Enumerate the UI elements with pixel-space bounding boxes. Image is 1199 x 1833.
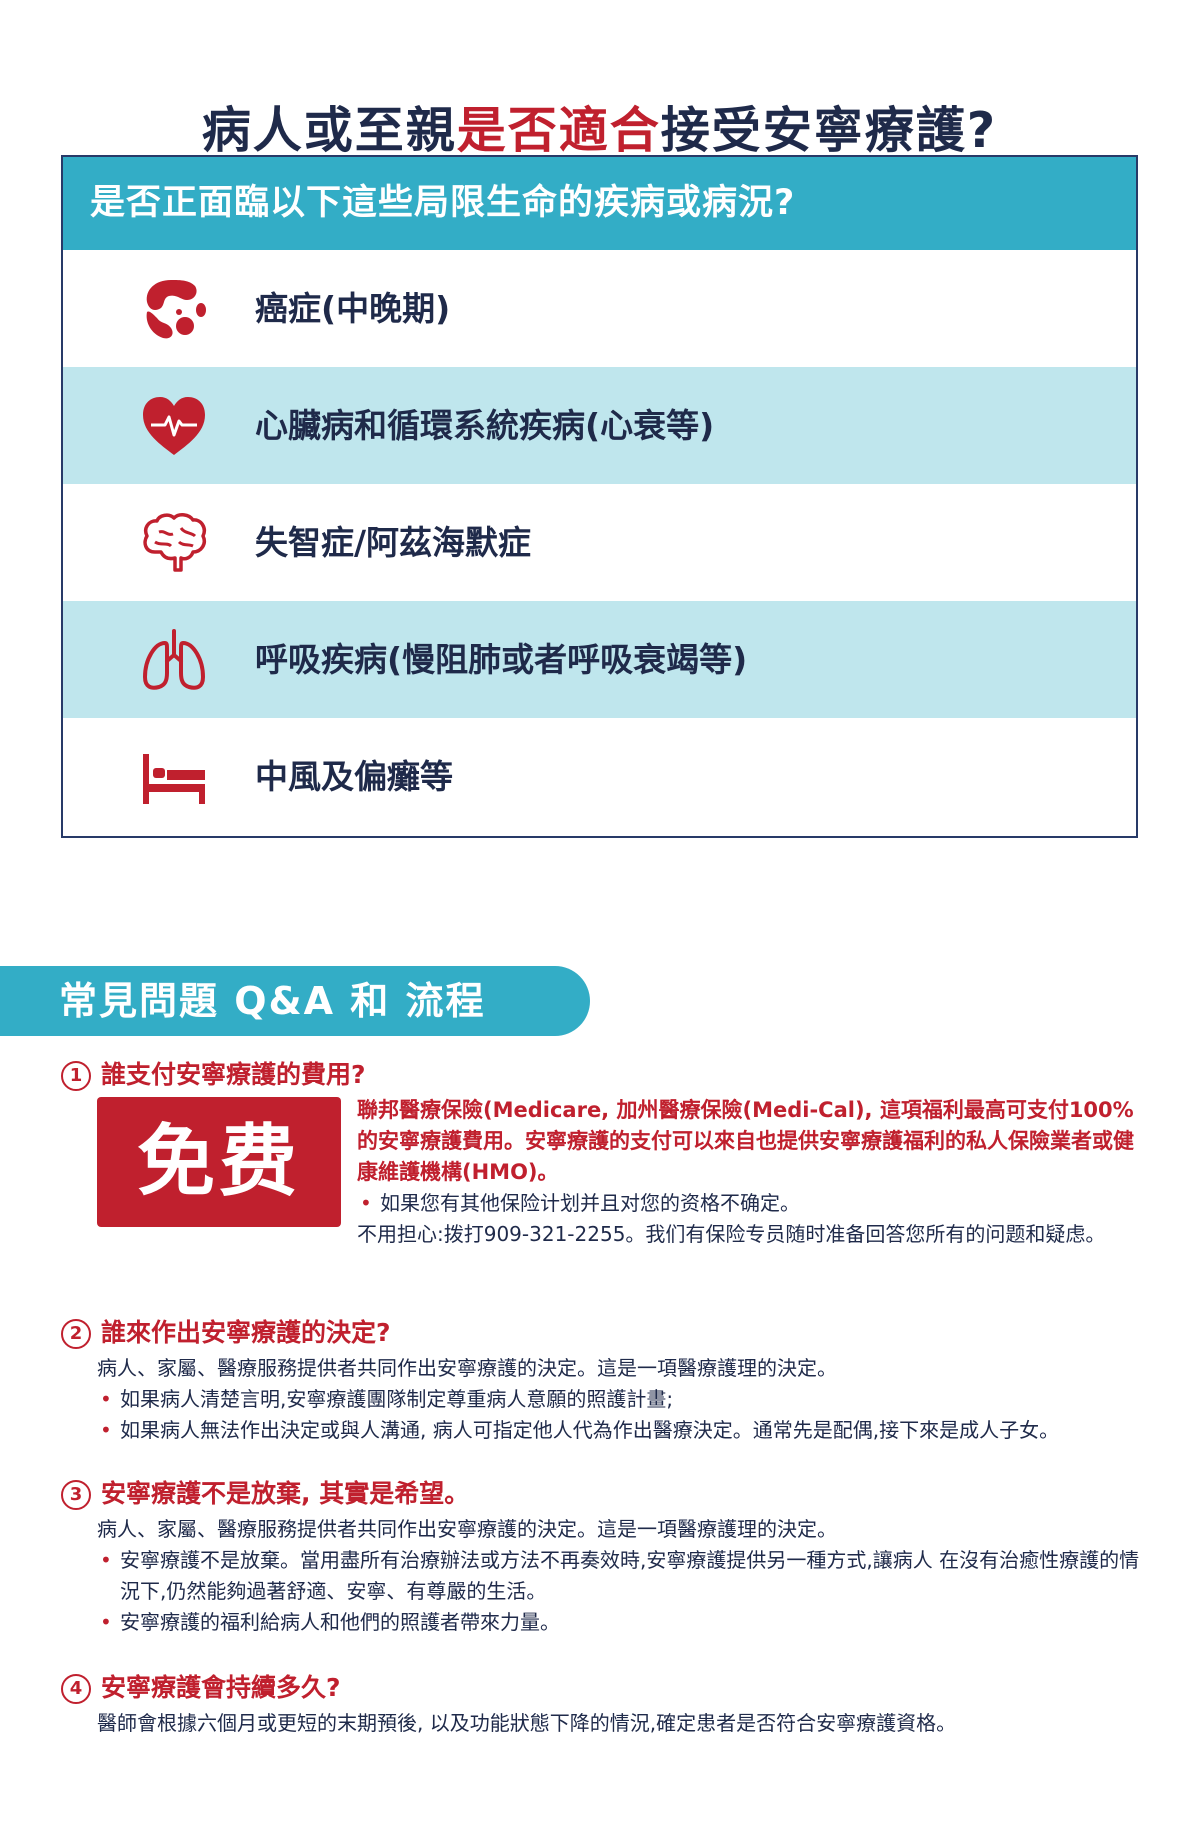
answer-intro: 病人、家屬、醫療服務提供者共同作出安寧療護的決定。這是一項醫療護理的決定。 — [97, 1356, 837, 1380]
brain-icon — [143, 513, 206, 572]
question-text: 誰來作出安寧療護的決定? — [101, 1318, 391, 1347]
condition-row: 心臟病和循環系統疾病(心衰等) — [63, 367, 1136, 484]
question-3-answer: 病人、家屬、醫療服務提供者共同作出安寧療護的決定。這是一項醫療護理的決定。 安寧… — [97, 1514, 1157, 1638]
list-item: 安寧療護不是放棄。當用盡所有治療辦法或方法不再奏效時,安寧療護提供另一種方式,讓… — [97, 1545, 1157, 1607]
condition-row: 失智症/阿茲海默症 — [63, 484, 1136, 601]
question-2-answer: 病人、家屬、醫療服務提供者共同作出安寧療護的決定。這是一項醫療護理的決定。 如果… — [97, 1353, 1157, 1446]
condition-row: 呼吸疾病(慢阻肺或者呼吸衰竭等) — [63, 601, 1136, 718]
answer-intro: 病人、家屬、醫療服務提供者共同作出安寧療護的決定。這是一項醫療護理的決定。 — [97, 1517, 837, 1541]
question-text: 誰支付安寧療護的費用? — [101, 1060, 366, 1089]
condition-label: 心臟病和循環系統疾病(心衰等) — [255, 406, 715, 445]
condition-row: 中風及偏癱等 — [63, 718, 1136, 835]
cancer-cells-icon — [146, 280, 206, 339]
list-item: 如果病人清楚言明,安寧療護團隊制定尊重病人意願的照護計畫; — [97, 1384, 1157, 1415]
question-1-answer: 聯邦醫療保險(Medicare, 加州醫療保險(Medi-Cal), 這項福利最… — [357, 1095, 1147, 1250]
question-number: 4 — [61, 1674, 91, 1704]
conditions-panel: 是否正面臨以下這些局限生命的疾病或病況? 癌症(中晚期) 心臟病和循環系統疾病(… — [61, 155, 1138, 838]
faq-section-tab: 常見問題 Q&A 和 流程 — [0, 966, 590, 1036]
question-2-heading: 2 誰來作出安寧療護的決定? — [61, 1313, 391, 1349]
bed-icon — [143, 754, 205, 804]
question-1-heading: 1 誰支付安寧療護的費用? — [61, 1055, 366, 1091]
condition-label: 癌症(中晚期) — [255, 289, 451, 328]
heart-pulse-icon — [143, 397, 205, 455]
title-highlight: 是否適合 — [456, 101, 661, 159]
payment-coverage-text: 聯邦醫療保險(Medicare, 加州醫療保險(Medi-Cal), 這項福利最… — [357, 1098, 1134, 1184]
lungs-icon — [143, 629, 205, 690]
list-item: 如果病人無法作出決定或與人溝通, 病人可指定他人代為作出醫療決定。通常先是配偶,… — [97, 1415, 1157, 1446]
question-3-heading: 3 安寧療護不是放棄, 其實是希望。 — [61, 1474, 469, 1510]
condition-row: 癌症(中晚期) — [63, 250, 1136, 367]
condition-label: 失智症/阿茲海默症 — [255, 523, 532, 562]
question-text: 安寧療護不是放棄, 其實是希望。 — [101, 1479, 470, 1508]
free-badge: 免费 — [97, 1097, 341, 1227]
insurance-note: 不用担心:拨打909-321-2255。我们有保险专员随时准备回答您所有的问题和… — [357, 1222, 1106, 1246]
answer-text: 醫師會根據六個月或更短的末期預後, 以及功能狀態下降的情況,確定患者是否符合安寧… — [97, 1711, 957, 1735]
question-text: 安寧療護會持續多久? — [101, 1673, 341, 1702]
question-number: 3 — [61, 1480, 91, 1510]
conditions-header: 是否正面臨以下這些局限生命的疾病或病況? — [63, 157, 1136, 250]
page-title: 病人或至親是否適合接受安寧療護? — [0, 91, 1199, 162]
list-item: 安寧療護的福利給病人和他們的照護者帶來力量。 — [97, 1607, 1157, 1638]
condition-label: 中風及偏癱等 — [255, 757, 453, 796]
list-item: 如果您有其他保险计划并且对您的资格不确定。 — [357, 1188, 1147, 1219]
title-part-1: 病人或至親 — [201, 101, 457, 159]
question-number: 2 — [61, 1319, 91, 1349]
title-part-2: 接受安寧療護? — [660, 101, 998, 159]
question-number: 1 — [61, 1061, 91, 1091]
question-4-answer: 醫師會根據六個月或更短的末期預後, 以及功能狀態下降的情況,確定患者是否符合安寧… — [97, 1708, 1157, 1739]
question-4-heading: 4 安寧療護會持續多久? — [61, 1668, 341, 1704]
condition-label: 呼吸疾病(慢阻肺或者呼吸衰竭等) — [255, 640, 748, 679]
